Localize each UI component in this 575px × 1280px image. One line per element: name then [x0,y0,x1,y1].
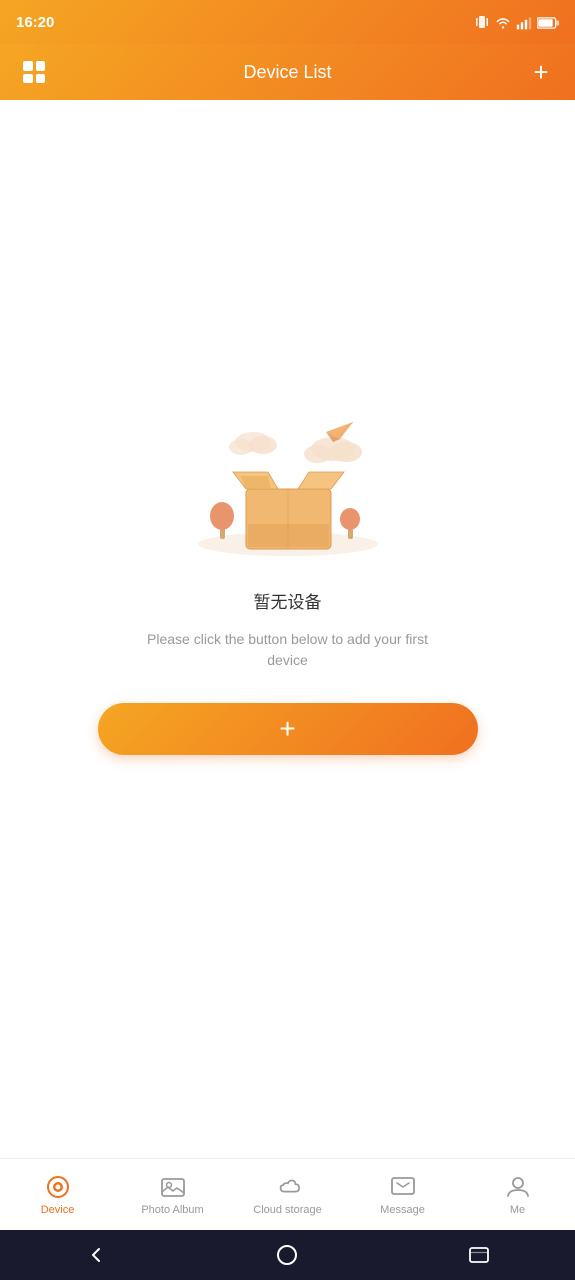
app-header: Device List + [0,44,575,100]
recent-apps-button[interactable] [463,1239,495,1271]
grid-cell-1 [23,61,33,71]
empty-state-description: Please click the button below to add you… [128,629,448,671]
message-nav-icon [390,1174,416,1200]
nav-item-photo-album[interactable]: Photo Album [115,1166,230,1224]
device-nav-icon [45,1174,71,1200]
photo-album-nav-icon [160,1174,186,1200]
battery-icon [537,14,559,29]
add-device-header-button[interactable]: + [523,54,559,90]
nav-item-me[interactable]: Me [460,1166,575,1224]
grid-icon [23,61,45,83]
back-button[interactable] [80,1239,112,1271]
wifi-icon [495,14,511,30]
add-button-icon: + [279,715,295,743]
system-nav-bar [0,1230,575,1280]
cloud-storage-nav-icon [275,1174,301,1200]
message-nav-label: Message [380,1204,425,1216]
device-nav-label: Device [41,1204,75,1216]
nav-item-device[interactable]: Device [0,1166,115,1224]
nav-item-message[interactable]: Message [345,1166,460,1224]
grid-cell-4 [36,74,46,84]
grid-menu-button[interactable] [16,54,52,90]
signal-bars-icon [516,14,532,30]
main-content: 暂无设备 Please click the button below to ad… [0,100,575,1158]
page-title: Device List [243,62,331,83]
cloud-storage-nav-label: Cloud storage [253,1204,322,1216]
nav-item-cloud-storage[interactable]: Cloud storage [230,1166,345,1224]
empty-state-title-cn: 暂无设备 [254,588,322,613]
empty-illustration [178,404,398,564]
photo-album-nav-label: Photo Album [141,1204,203,1216]
status-time: 16:20 [16,14,54,31]
status-bar: 16:20 [0,0,575,44]
me-nav-icon [505,1174,531,1200]
signal-icon [474,14,490,30]
grid-cell-3 [23,74,33,84]
bottom-nav: Device Photo Album Cloud storage [0,1158,575,1230]
me-nav-label: Me [510,1204,525,1216]
grid-cell-2 [36,61,46,71]
status-icons [474,14,559,30]
home-button[interactable] [271,1239,303,1271]
add-first-device-button[interactable]: + [98,703,478,755]
